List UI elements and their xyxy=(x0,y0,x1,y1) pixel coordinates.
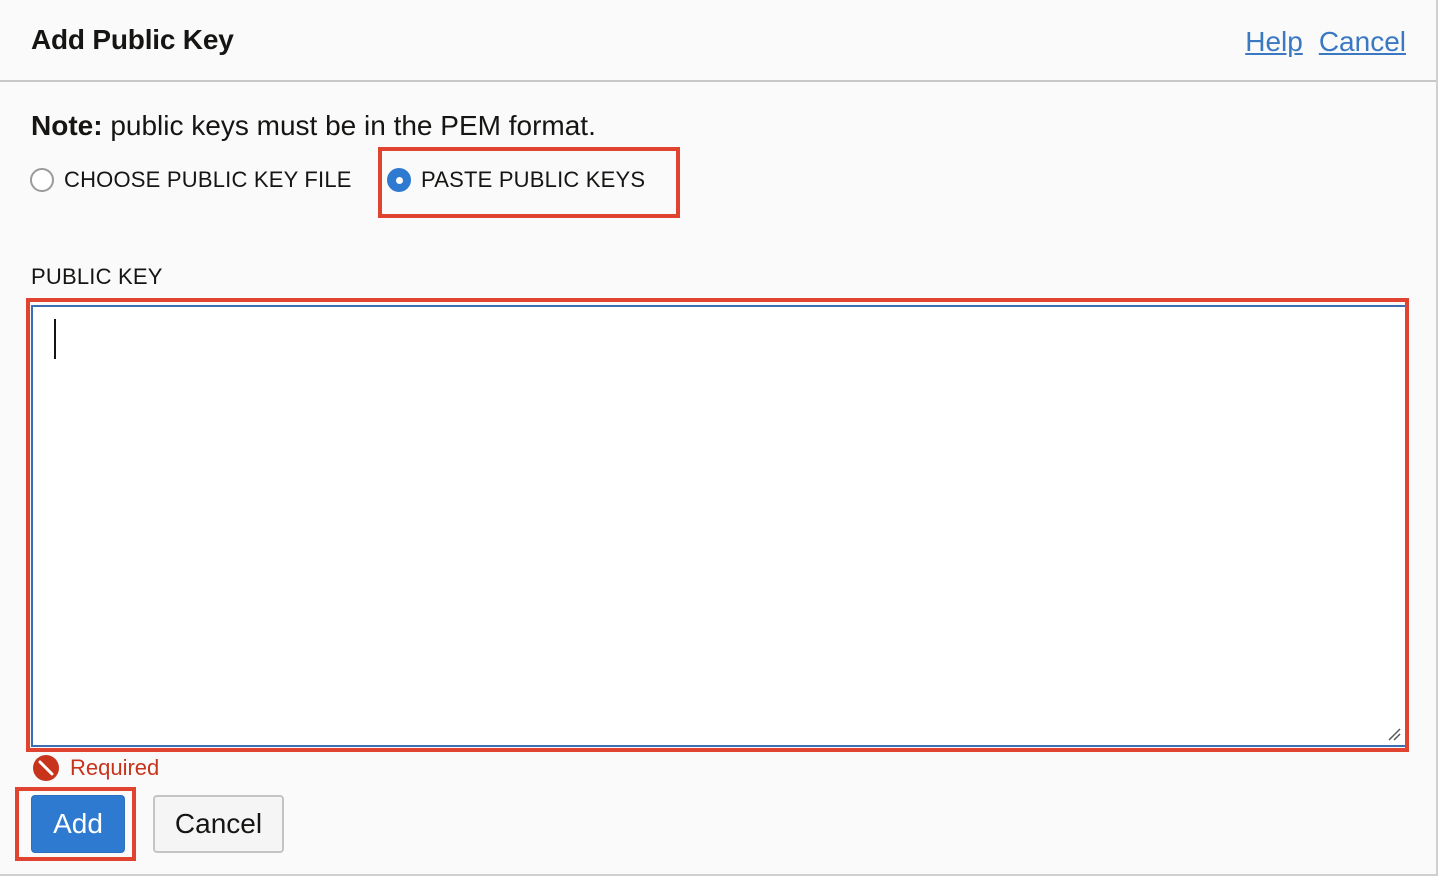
add-public-key-dialog: Add Public Key Help Cancel Note: public k… xyxy=(0,0,1438,876)
radio-checked-icon[interactable] xyxy=(387,168,411,192)
resize-grip-icon[interactable] xyxy=(1387,727,1401,741)
header-cancel-link[interactable]: Cancel xyxy=(1319,26,1406,57)
radio-choose-public-key-file[interactable]: CHOOSE PUBLIC KEY FILE xyxy=(30,162,352,198)
error-icon xyxy=(33,755,59,781)
radio-paste-public-keys[interactable]: PASTE PUBLIC KEYS xyxy=(387,162,645,198)
validation-error-text: Required xyxy=(70,755,160,780)
note-label: Note: xyxy=(31,110,103,141)
header-links: Help Cancel xyxy=(1229,26,1406,58)
dialog-title: Add Public Key xyxy=(31,24,234,55)
radio-choose-file-label: CHOOSE PUBLIC KEY FILE xyxy=(64,167,352,192)
public-key-label: PUBLIC KEY xyxy=(31,264,163,289)
validation-error: Required xyxy=(32,753,159,783)
note-text: public keys must be in the PEM format. xyxy=(102,110,596,141)
pem-format-note: Note: public keys must be in the PEM for… xyxy=(31,110,596,142)
add-button[interactable]: Add xyxy=(31,795,125,853)
radio-paste-keys-label: PASTE PUBLIC KEYS xyxy=(421,167,646,192)
help-link[interactable]: Help xyxy=(1245,26,1303,57)
public-key-textarea[interactable] xyxy=(33,307,1405,745)
cancel-button[interactable]: Cancel xyxy=(153,795,284,853)
radio-unchecked-icon[interactable] xyxy=(30,168,54,192)
text-caret xyxy=(54,319,56,359)
public-key-textarea-container xyxy=(31,305,1407,747)
dialog-header: Add Public Key Help Cancel xyxy=(0,0,1436,82)
